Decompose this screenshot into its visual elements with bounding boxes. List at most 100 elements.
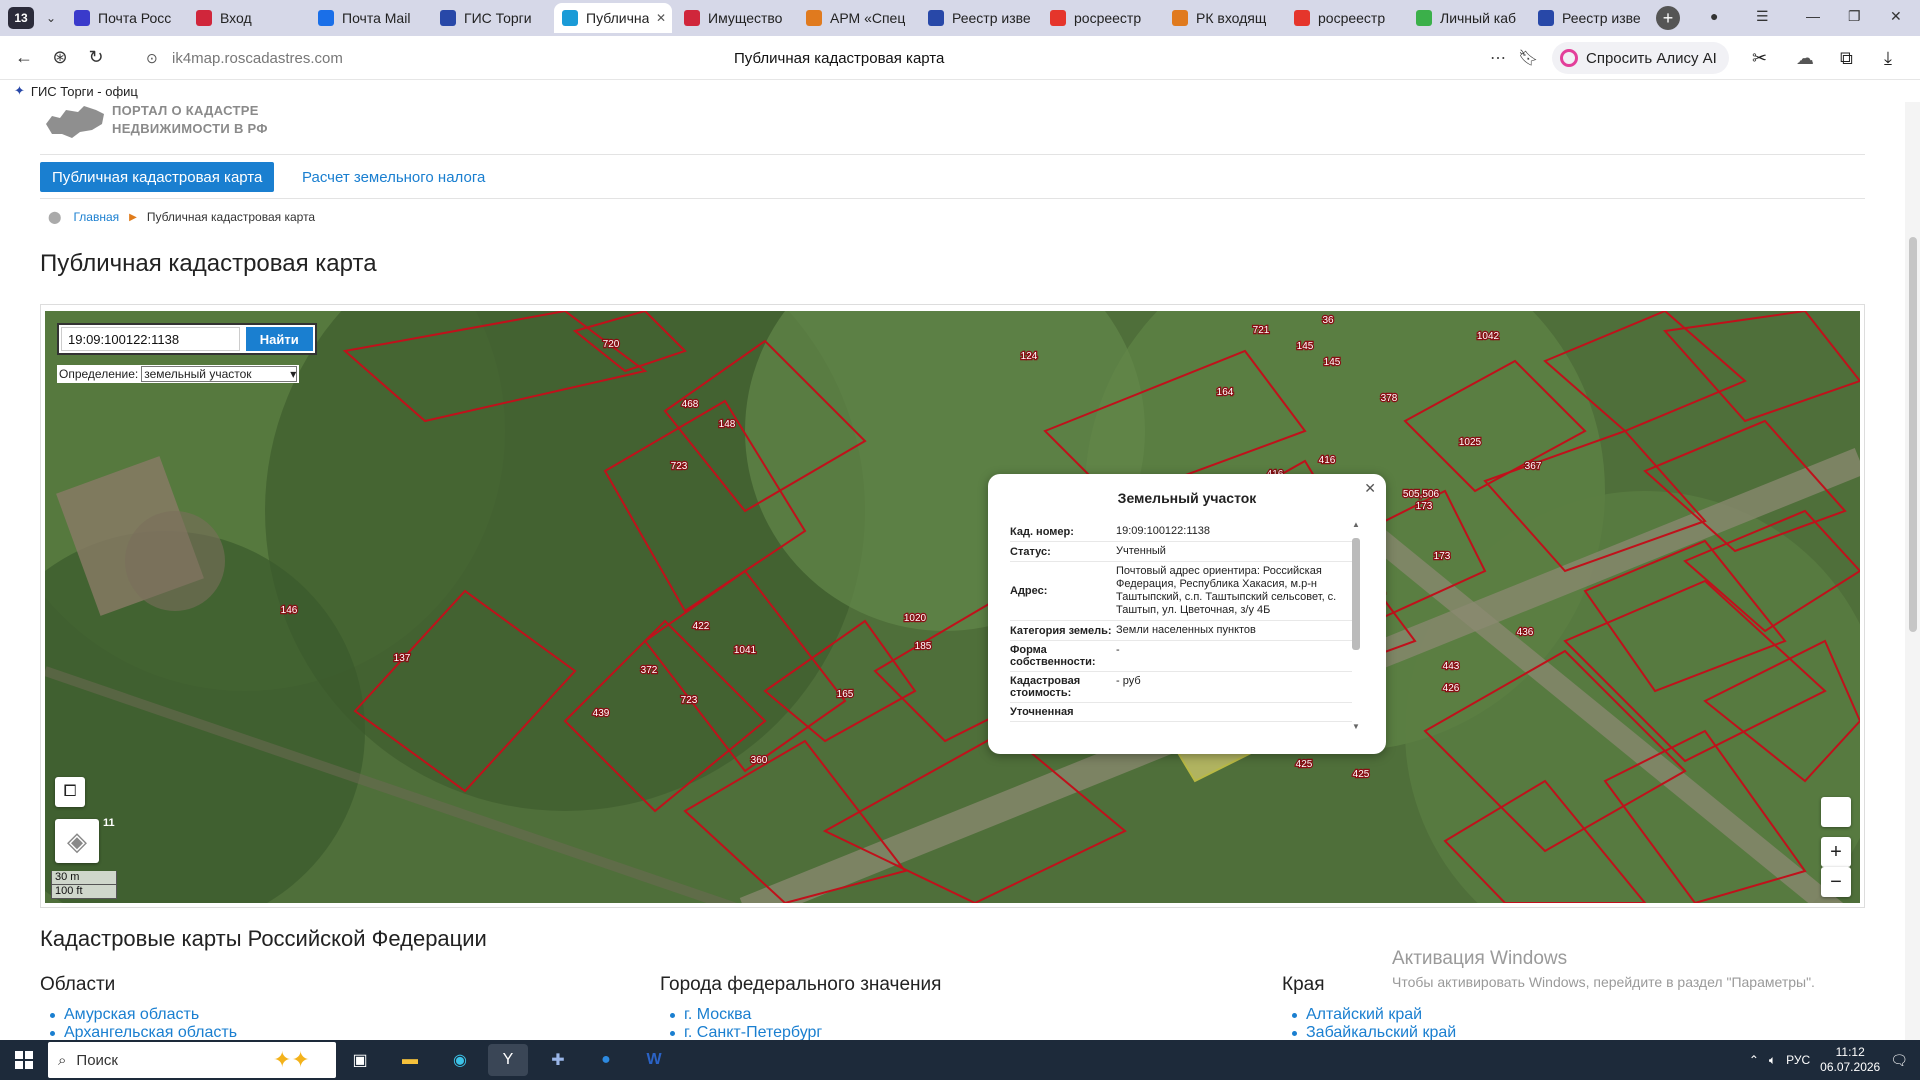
- browser-tab[interactable]: Личный каб: [1408, 3, 1526, 33]
- breadcrumb-home[interactable]: Главная: [73, 210, 119, 224]
- browser-tab[interactable]: ГИС Торги: [432, 3, 550, 33]
- url-field[interactable]: ⊙ ik4map.roscadastres.com Публичная када…: [140, 42, 1545, 74]
- collections-icon[interactable]: ⧉: [1840, 48, 1853, 69]
- map-canvas[interactable]: 720 468 148 723 124 137 146 422 1041 372 723 439 360…: [45, 311, 1860, 903]
- layers-button[interactable]: ◈: [55, 819, 99, 863]
- reload-icon[interactable]: ↻: [78, 47, 114, 68]
- zoom-out-button[interactable]: −: [1821, 867, 1851, 897]
- definition-select[interactable]: земельный участок ▾: [141, 366, 298, 382]
- task-view-icon[interactable]: ▣: [340, 1044, 380, 1076]
- nav-public-map[interactable]: Публичная кадастровая карта: [40, 162, 275, 192]
- gis-torgi-icon: ✦: [14, 83, 25, 98]
- parcel-number-label: 165: [837, 689, 854, 700]
- messenger-icon[interactable]: ●: [586, 1044, 626, 1076]
- browser-tab[interactable]: Имущество: [676, 3, 794, 33]
- info-row: Кад. номер: 19:09:100122:1138: [1010, 522, 1352, 542]
- cadastral-map[interactable]: 720 468 148 723 124 137 146 422 1041 372 723 439 360…: [45, 311, 1860, 903]
- close-window-icon[interactable]: ✕: [1890, 8, 1902, 25]
- tab-favicon-icon: [74, 10, 90, 26]
- close-tab-icon[interactable]: ✕: [656, 11, 666, 25]
- region-link[interactable]: Амурская область: [40, 1006, 237, 1024]
- word-icon[interactable]: W: [634, 1044, 674, 1076]
- info-value: Учтенный: [1116, 545, 1166, 557]
- map-blank-button[interactable]: [1821, 797, 1851, 827]
- region-link[interactable]: Алтайский край: [1282, 1006, 1456, 1024]
- browser-tab[interactable]: РК входящ: [1164, 3, 1282, 33]
- parcel-number-label: 124: [1021, 351, 1038, 362]
- profile-icon[interactable]: ●: [1710, 8, 1718, 24]
- bookmark-gis-torgi[interactable]: ГИС Торги - офиц: [31, 84, 138, 99]
- tab-list-chevron-icon[interactable]: ⌄: [40, 11, 62, 25]
- new-tab-button[interactable]: +: [1656, 6, 1680, 30]
- info-row: Кадастровая стоимость: - руб: [1010, 672, 1352, 703]
- protect-icon[interactable]: ⊛: [42, 47, 78, 68]
- region-link[interactable]: Забайкальский край: [1282, 1024, 1456, 1040]
- cadastral-number-input[interactable]: 19:09:100122:1138: [61, 327, 240, 351]
- parcel-number-label: 439: [593, 708, 610, 719]
- zoom-in-button[interactable]: +: [1821, 837, 1851, 867]
- parcel-number-label: 505,506: [1403, 489, 1440, 500]
- tab-label: АРМ «Спец: [830, 10, 906, 26]
- clock[interactable]: 11:12 06.07.2026: [1820, 1045, 1880, 1075]
- fullscreen-button[interactable]: ⧠: [55, 777, 85, 807]
- minimize-icon[interactable]: —: [1806, 8, 1820, 24]
- search-button[interactable]: Найти: [245, 327, 313, 351]
- tab-favicon-icon: [562, 10, 578, 26]
- yandex-browser-icon[interactable]: Y: [488, 1044, 528, 1076]
- popup-scrollbar[interactable]: ▲ ▼: [1352, 520, 1360, 731]
- region-link[interactable]: г. Санкт-Петербург: [660, 1024, 941, 1040]
- edge-icon[interactable]: ◉: [440, 1044, 480, 1076]
- volume-icon[interactable]: 🔈︎: [1769, 1053, 1776, 1068]
- federal-cities-column: Города федерального значения г. Москва г.…: [660, 974, 941, 1040]
- bare-ground: [125, 511, 225, 611]
- menu-icon[interactable]: ☰: [1756, 8, 1769, 25]
- taskbar-search[interactable]: ⌕ Поиск ✦✦: [48, 1042, 336, 1078]
- russia-map-logo-icon: [46, 106, 104, 138]
- page-scrollbar[interactable]: [1905, 102, 1920, 1040]
- browser-tab[interactable]: Публична ✕: [554, 3, 672, 33]
- browser-tab[interactable]: АРМ «Спец: [798, 3, 916, 33]
- tab-favicon-icon: [196, 10, 212, 26]
- extensions-icon[interactable]: ✂: [1752, 48, 1767, 69]
- parcel-number-label: 145: [1324, 357, 1341, 368]
- info-key: Адрес:: [1010, 585, 1048, 597]
- file-explorer-icon[interactable]: ▬: [390, 1044, 430, 1076]
- page-content: ПОРТАЛ О КАДАСТРЕ НЕДВИЖИМОСТИ В РФ Публ…: [0, 102, 1905, 1040]
- browser-tab[interactable]: Почта Mail: [310, 3, 428, 33]
- language-indicator[interactable]: РУС: [1786, 1053, 1810, 1067]
- start-button[interactable]: [0, 1040, 48, 1080]
- tab-counter[interactable]: 13: [8, 7, 34, 29]
- chevron-up-icon[interactable]: ⌃: [1749, 1053, 1759, 1067]
- scroll-down-icon: ▼: [1352, 722, 1360, 731]
- parcel-number-label: 425: [1296, 759, 1313, 770]
- parcel-info-table: Кад. номер: 19:09:100122:1138 Статус: Учтен…: [1010, 522, 1352, 734]
- downloads-icon[interactable]: ⤓: [1884, 48, 1892, 69]
- back-icon[interactable]: ←: [6, 47, 42, 68]
- bookmarks-bar: ✦ ГИС Торги - офиц: [0, 80, 1920, 102]
- cloud-icon[interactable]: ☁: [1796, 48, 1814, 69]
- parcel-number-label: 1025: [1459, 437, 1482, 448]
- tab-label: росреестр: [1318, 10, 1386, 26]
- region-link[interactable]: г. Москва: [660, 1006, 941, 1024]
- region-link[interactable]: Архангельская область: [40, 1024, 237, 1040]
- parcel-number-label: 378: [1381, 393, 1398, 404]
- app-icon[interactable]: ✚: [538, 1044, 578, 1076]
- alice-button[interactable]: Спросить Алису AI: [1552, 42, 1729, 74]
- browser-tab[interactable]: росреестр: [1286, 3, 1404, 33]
- browser-tab[interactable]: росреестр: [1042, 3, 1160, 33]
- more-icon[interactable]: ⋯: [1490, 48, 1506, 68]
- browser-tab[interactable]: Почта Росс: [66, 3, 184, 33]
- browser-tab[interactable]: Вход: [188, 3, 306, 33]
- tab-favicon-icon: [806, 10, 822, 26]
- browser-tab[interactable]: Реестр изве: [920, 3, 1038, 33]
- browser-tab[interactable]: Реестр изве: [1530, 3, 1648, 33]
- restore-icon[interactable]: ❐: [1848, 8, 1861, 25]
- tab-favicon-icon: [928, 10, 944, 26]
- parcel-info-popup: ✕ Земельный участок Кад. номер: 19:09:100…: [988, 474, 1386, 754]
- bookmark-icon[interactable]: 🔖︎: [1518, 48, 1538, 68]
- notifications-icon[interactable]: 🗨︎: [1890, 1052, 1908, 1069]
- parcel-number-label: 721: [1253, 325, 1270, 336]
- tab-favicon-icon: [1416, 10, 1432, 26]
- nav-land-tax[interactable]: Расчет земельного налога: [302, 162, 485, 192]
- page-title: Публичная кадастровая карта: [40, 250, 377, 277]
